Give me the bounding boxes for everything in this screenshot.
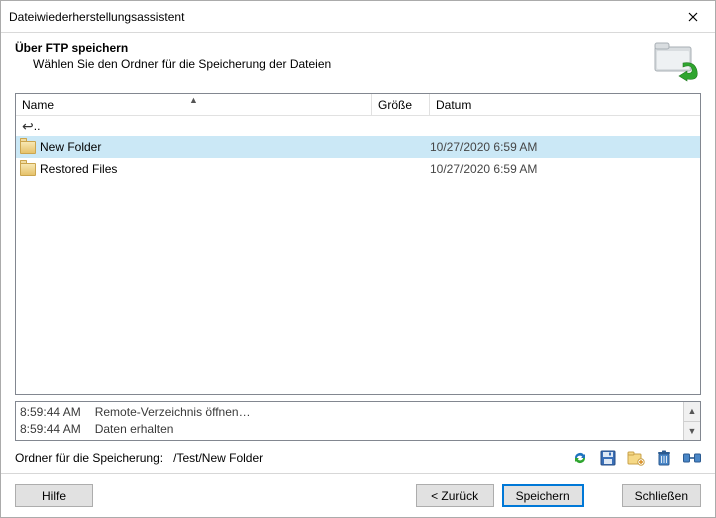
scroll-down-button[interactable]: ▼ bbox=[684, 421, 700, 441]
row-name: New Folder bbox=[40, 140, 101, 154]
folder-icon bbox=[20, 163, 36, 176]
connection-button[interactable] bbox=[683, 449, 701, 467]
header-title: Über FTP speichern bbox=[15, 41, 653, 55]
save-button[interactable]: Speichern bbox=[502, 484, 584, 507]
row-date: 10/27/2020 6:59 AM bbox=[430, 140, 700, 154]
row-date: 10/27/2020 6:59 AM bbox=[430, 162, 700, 176]
connection-icon bbox=[683, 451, 701, 465]
back-button[interactable]: < Zurück bbox=[416, 484, 494, 507]
help-button[interactable]: Hilfe bbox=[15, 484, 93, 507]
column-header-date[interactable]: Datum bbox=[430, 94, 700, 115]
scroll-up-button[interactable]: ▲ bbox=[684, 402, 700, 421]
save-path-value: /Test/New Folder bbox=[173, 451, 263, 465]
path-row: Ordner für die Speicherung: /Test/New Fo… bbox=[15, 441, 701, 473]
header: Über FTP speichern Wählen Sie den Ordner… bbox=[1, 33, 715, 93]
column-headers: Name ▲ Größe Datum bbox=[16, 94, 700, 116]
save-icon-button[interactable] bbox=[599, 449, 617, 467]
column-header-name-label: Name bbox=[22, 98, 54, 112]
folder-icon bbox=[20, 141, 36, 154]
log-panel: 8:59:44 AM Remote-Verzeichnis öffnen… 8:… bbox=[15, 401, 701, 441]
log-scrollbar: ▲ ▼ bbox=[683, 402, 700, 440]
log-body: 8:59:44 AM Remote-Verzeichnis öffnen… 8:… bbox=[16, 402, 683, 440]
window-title: Dateiwiederherstellungsassistent bbox=[9, 10, 670, 24]
close-icon bbox=[688, 12, 698, 22]
column-header-date-label: Datum bbox=[436, 98, 471, 112]
ftp-folder-icon bbox=[653, 41, 701, 83]
column-header-size[interactable]: Größe bbox=[372, 94, 430, 115]
log-message: Remote-Verzeichnis öffnen… bbox=[95, 404, 251, 421]
file-list-body[interactable]: ↩ .. New Folder 10/27/2020 6:59 AM Resto… bbox=[16, 116, 700, 394]
row-name: Restored Files bbox=[40, 162, 117, 176]
refresh-button[interactable] bbox=[571, 449, 589, 467]
header-subtitle: Wählen Sie den Ordner für die Speicherun… bbox=[15, 57, 653, 71]
close-window-button[interactable] bbox=[670, 2, 715, 32]
new-folder-button[interactable] bbox=[627, 449, 645, 467]
log-time: 8:59:44 AM bbox=[20, 404, 81, 421]
dialog-window: Dateiwiederherstellungsassistent Über FT… bbox=[0, 0, 716, 518]
save-path-label: Ordner für die Speicherung: bbox=[15, 451, 163, 465]
floppy-icon bbox=[600, 450, 616, 466]
table-row[interactable]: New Folder 10/27/2020 6:59 AM bbox=[16, 136, 700, 158]
log-line: 8:59:44 AM Daten erhalten bbox=[20, 421, 679, 438]
trash-icon bbox=[657, 450, 671, 466]
refresh-icon bbox=[572, 450, 588, 466]
new-folder-icon bbox=[627, 450, 645, 466]
up-arrow-icon: ↩ bbox=[20, 118, 34, 135]
save-path-text: Ordner für die Speicherung: /Test/New Fo… bbox=[15, 451, 571, 465]
header-text: Über FTP speichern Wählen Sie den Ordner… bbox=[15, 41, 653, 71]
toolbar bbox=[571, 449, 701, 467]
sort-ascending-icon: ▲ bbox=[189, 95, 198, 105]
delete-button[interactable] bbox=[655, 449, 673, 467]
footer: Hilfe < Zurück Speichern Schließen bbox=[1, 473, 715, 517]
column-header-size-label: Größe bbox=[378, 98, 412, 112]
parent-folder-label: .. bbox=[34, 119, 41, 133]
column-header-name[interactable]: Name ▲ bbox=[16, 94, 372, 115]
log-time: 8:59:44 AM bbox=[20, 421, 81, 438]
content-area: Name ▲ Größe Datum ↩ .. Ne bbox=[1, 93, 715, 473]
file-list-panel: Name ▲ Größe Datum ↩ .. Ne bbox=[15, 93, 701, 395]
close-button[interactable]: Schließen bbox=[622, 484, 701, 507]
titlebar: Dateiwiederherstellungsassistent bbox=[1, 1, 715, 33]
table-row[interactable]: Restored Files 10/27/2020 6:59 AM bbox=[16, 158, 700, 180]
log-line: 8:59:44 AM Remote-Verzeichnis öffnen… bbox=[20, 404, 679, 421]
log-message: Daten erhalten bbox=[95, 421, 174, 438]
parent-folder-row[interactable]: ↩ .. bbox=[16, 116, 700, 136]
